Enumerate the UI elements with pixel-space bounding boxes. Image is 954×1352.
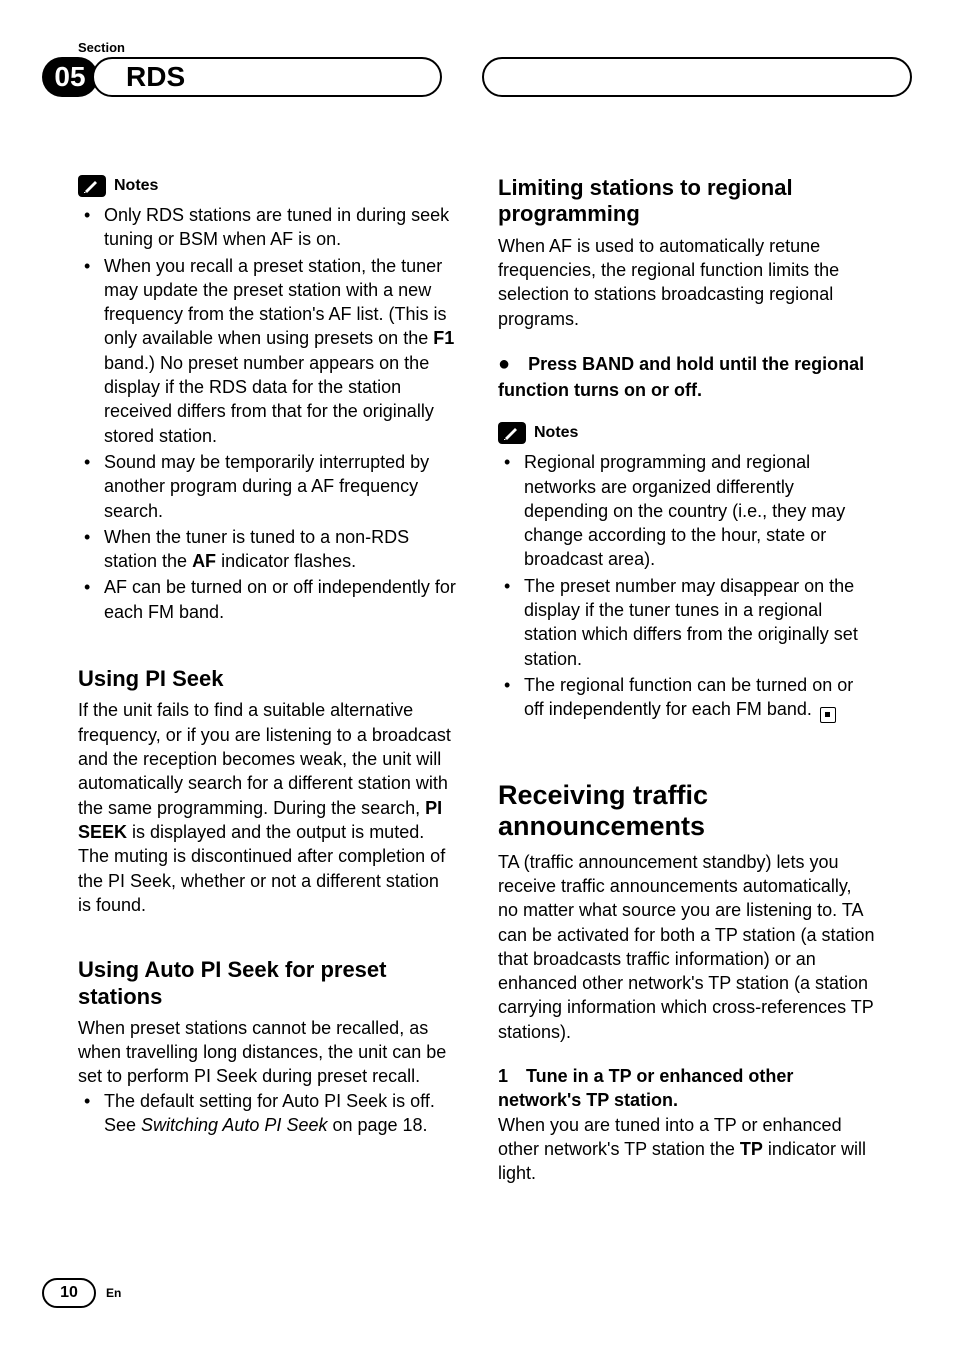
- notes-label: Notes: [114, 177, 158, 195]
- tab-left: RDS: [92, 57, 442, 97]
- stop-icon: [820, 707, 836, 723]
- traffic-section: Receiving traffic announcements TA (traf…: [498, 780, 876, 1186]
- list-item: When the tuner is tuned to a non-RDS sta…: [78, 525, 456, 574]
- list-item: The preset number may disappear on the d…: [498, 574, 876, 671]
- list-item: The default setting for Auto PI Seek is …: [78, 1089, 456, 1138]
- tab-right: [482, 57, 912, 97]
- heading-traffic: Receiving traffic announcements: [498, 780, 876, 842]
- list-item: Regional programming and regional networ…: [498, 450, 876, 571]
- limiting-section: Limiting stations to regional programmin…: [498, 175, 876, 402]
- tab-title: RDS: [126, 61, 185, 93]
- pencil-note-icon: [78, 175, 106, 197]
- page-footer: 10 En: [42, 1278, 121, 1308]
- section-label: Section: [78, 40, 876, 55]
- pi-seek-section: Using PI Seek If the unit fails to find …: [78, 666, 456, 917]
- list-item: AF can be turned on or off independently…: [78, 575, 456, 624]
- list-item: When you recall a preset station, the tu…: [78, 254, 456, 448]
- heading-auto-pi-seek: Using Auto PI Seek for preset stations: [78, 957, 456, 1010]
- list-item: The regional function can be turned on o…: [498, 673, 876, 722]
- step-1: 1Tune in a TP or enhanced other network'…: [498, 1064, 876, 1113]
- list-item: Only RDS stations are tuned in during se…: [78, 203, 456, 252]
- page-number: 10: [42, 1278, 96, 1308]
- notes-block-left: Notes Only RDS stations are tuned in dur…: [78, 175, 456, 624]
- language-label: En: [106, 1286, 121, 1300]
- list-item: Sound may be temporarily interrupted by …: [78, 450, 456, 523]
- section-number-badge: 05: [42, 57, 98, 97]
- page-header: 05 RDS: [78, 59, 876, 97]
- heading-limiting: Limiting stations to regional programmin…: [498, 175, 876, 228]
- pencil-note-icon: [498, 422, 526, 444]
- auto-pi-seek-section: Using Auto PI Seek for preset stations W…: [78, 957, 456, 1137]
- notes-label: Notes: [534, 424, 578, 442]
- instruction-band-hold: ●Press BAND and hold until the regional …: [498, 351, 876, 402]
- heading-pi-seek: Using PI Seek: [78, 666, 456, 692]
- notes-block-right: Notes Regional programming and regional …: [498, 422, 876, 721]
